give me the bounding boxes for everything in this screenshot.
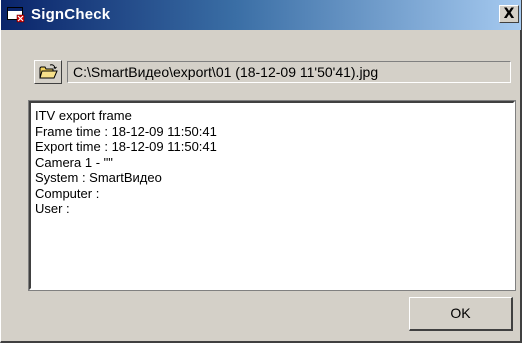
close-button[interactable]: X bbox=[499, 5, 519, 23]
open-file-button[interactable] bbox=[34, 60, 62, 84]
info-line-header: ITV export frame bbox=[35, 108, 132, 123]
info-line-system: System : SmartВидео bbox=[35, 170, 162, 185]
info-line-frame-time: Frame time : 18-12-09 11:50:41 bbox=[35, 123, 217, 139]
signcheck-dialog: SignCheck X C:\SmartВидео\export\01 (18-… bbox=[0, 0, 522, 343]
close-icon: X bbox=[503, 6, 515, 22]
info-line-computer: Computer : bbox=[35, 185, 100, 201]
info-line-user: User : bbox=[35, 201, 70, 216]
info-line-camera: Camera 1 - "" bbox=[35, 154, 113, 170]
file-path-field[interactable]: C:\SmartВидео\export\01 (18-12-09 11'50'… bbox=[67, 61, 511, 83]
ok-button[interactable]: OK bbox=[409, 297, 513, 331]
window-title: SignCheck bbox=[31, 6, 111, 23]
signature-info-box[interactable]: ITV export frame Frame time : 18-12-09 1… bbox=[28, 100, 516, 291]
info-line-export-time: Export time : 18-12-09 11:50:41 bbox=[35, 139, 217, 154]
app-window-icon bbox=[7, 7, 25, 23]
open-folder-icon bbox=[39, 64, 58, 79]
title-bar[interactable]: SignCheck X bbox=[1, 0, 521, 30]
